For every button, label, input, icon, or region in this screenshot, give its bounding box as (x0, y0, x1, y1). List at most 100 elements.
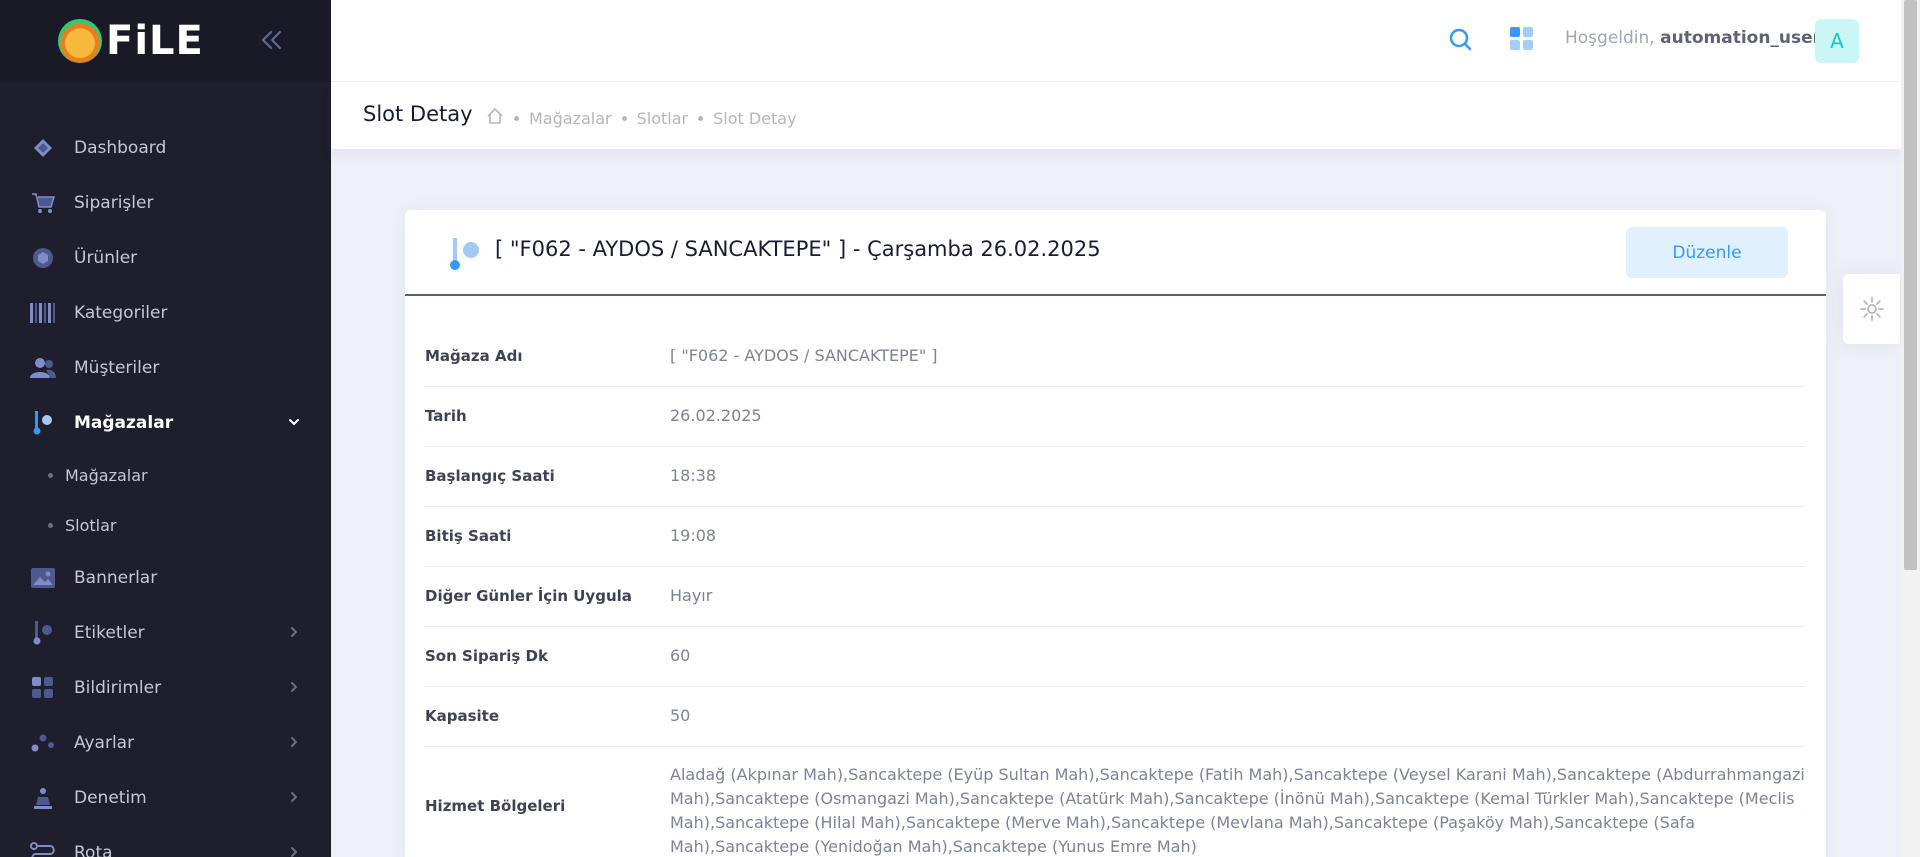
scrollbar-thumb[interactable] (1904, 0, 1917, 570)
row-label: Tarih (425, 386, 670, 447)
row-label: Kapasite (425, 686, 670, 747)
collapse-sidebar-button[interactable] (258, 24, 286, 56)
row-label: Son Sipariş Dk (425, 626, 670, 687)
sidebar-subitem-magazalar[interactable]: Mağazalar (0, 450, 331, 500)
bell-icon (30, 675, 56, 701)
chevron-right-icon (287, 734, 301, 753)
sidebar-item-dashboard[interactable]: Dashboard (0, 120, 331, 175)
breadcrumb-separator (621, 115, 627, 121)
double-chevron-left-icon (261, 30, 282, 50)
breadcrumb-slot-detay[interactable]: Slot Detay (713, 109, 796, 128)
row-value: 60 (670, 626, 1805, 687)
route-icon (30, 840, 56, 857)
logo-text: FiLE (106, 18, 204, 64)
sidebar-item-label: Bannerlar (74, 567, 158, 588)
sidebar-subitem-slotlar[interactable]: Slotlar (0, 500, 331, 550)
sidebar-item-label: Rota (74, 842, 113, 857)
home-icon[interactable] (486, 107, 504, 129)
box-icon (30, 245, 56, 271)
sidebar-item-bannerlar[interactable]: Bannerlar (0, 550, 331, 605)
page-scrollbar[interactable] (1901, 0, 1920, 857)
logo-area: FiLE (0, 0, 331, 82)
chevron-right-icon (287, 624, 301, 643)
row-value: 50 (670, 686, 1805, 747)
sidebar-item-label: Siparişler (74, 192, 154, 213)
row-label: Diğer Günler İçin Uygula (425, 566, 670, 627)
sidebar-item-label: Müşteriler (74, 357, 160, 378)
sidebar-item-rota[interactable]: Rota (0, 825, 331, 857)
top-header: Hoşgeldin, automation_user A (331, 0, 1901, 82)
row-label: Mağaza Adı (425, 326, 670, 387)
subheader: Slot Detay Mağazalar Slotlar Slot Detay (331, 82, 1901, 149)
settings-toggle-button[interactable] (1843, 274, 1900, 344)
row-label: Başlangıç Saati (425, 446, 670, 507)
dashboard-icon (30, 135, 56, 161)
sidebar-subitem-label: Slotlar (65, 515, 117, 535)
bullet-icon (48, 522, 53, 528)
breadcrumb-magazalar[interactable]: Mağazalar (529, 109, 612, 128)
chevron-right-icon (287, 789, 301, 808)
username: automation_user (1660, 28, 1822, 48)
users-icon (30, 355, 56, 381)
greeting-text: Hoşgeldin, (1565, 28, 1655, 48)
row-value: Hayır (670, 566, 1805, 627)
gear-icon (1859, 297, 1884, 321)
tag-icon (30, 620, 56, 646)
chevron-right-icon (287, 844, 301, 857)
search-icon (1449, 28, 1472, 51)
search-button[interactable] (1448, 27, 1474, 53)
table-row: Son Sipariş Dk 60 (425, 626, 1805, 687)
card-header: [ "F062 - AYDOS / SANCAKTEPE" ] - Çarşam… (405, 210, 1826, 296)
cart-icon (30, 190, 56, 216)
grid-icon (1510, 27, 1533, 50)
sidebar-item-kategoriler[interactable]: Kategoriler (0, 285, 331, 340)
row-value: Aladağ (Akpınar Mah),Sancaktepe (Eyüp Su… (670, 746, 1805, 857)
row-value: 26.02.2025 (670, 386, 1805, 447)
avatar[interactable]: A (1815, 19, 1859, 63)
sidebar-item-label: Kategoriler (74, 302, 168, 323)
store-icon (450, 238, 479, 270)
row-value: [ "F062 - AYDOS / SANCAKTEPE" ] (670, 326, 1805, 387)
breadcrumb-separator (698, 115, 704, 121)
sidebar-item-urunler[interactable]: Ürünler (0, 230, 331, 285)
apps-button[interactable] (1510, 27, 1536, 53)
sidebar-item-ayarlar[interactable]: Ayarlar (0, 715, 331, 770)
table-row: Hizmet Bölgeleri Aladağ (Akpınar Mah),Sa… (425, 746, 1805, 857)
breadcrumb-separator (514, 115, 519, 121)
table-row: Mağaza Adı [ "F062 - AYDOS / SANCAKTEPE"… (425, 326, 1805, 387)
breadcrumb: Mağazalar Slotlar Slot Detay (486, 107, 797, 129)
sidebar-item-magazalar[interactable]: Mağazalar (0, 395, 331, 450)
sidebar-item-label: Etiketler (74, 622, 145, 643)
sidebar-menu: Dashboard Siparişler Ürünler Kategoriler… (0, 82, 331, 857)
sidebar-item-label: Dashboard (74, 137, 167, 158)
table-row: Diğer Günler İçin Uygula Hayır (425, 566, 1805, 627)
user-greeting[interactable]: Hoşgeldin, automation_user (1565, 28, 1821, 48)
store-icon (30, 410, 56, 436)
sidebar-subitem-label: Mağazalar (65, 465, 148, 485)
logo-icon (58, 19, 102, 63)
breadcrumb-slotlar[interactable]: Slotlar (637, 109, 689, 128)
bullet-icon (48, 472, 53, 478)
table-row: Kapasite 50 (425, 686, 1805, 747)
slot-detail-card: [ "F062 - AYDOS / SANCAKTEPE" ] - Çarşam… (405, 210, 1826, 857)
sidebar-item-denetim[interactable]: Denetim (0, 770, 331, 825)
sidebar-item-musteriler[interactable]: Müşteriler (0, 340, 331, 395)
sidebar: FiLE Dashboard Siparişler Ürünler Katego… (0, 0, 331, 857)
page-title: Slot Detay (363, 102, 473, 126)
sidebar-item-siparisler[interactable]: Siparişler (0, 175, 331, 230)
row-value: 18:38 (670, 446, 1805, 507)
sidebar-item-label: Ürünler (74, 247, 138, 268)
audit-icon (30, 785, 56, 811)
sidebar-item-label: Bildirimler (74, 677, 162, 698)
table-row: Bitiş Saati 19:08 (425, 506, 1805, 567)
chevron-down-icon (287, 414, 301, 433)
table-row: Tarih 26.02.2025 (425, 386, 1805, 447)
image-icon (30, 565, 56, 591)
edit-button[interactable]: Düzenle (1626, 227, 1788, 278)
table-row: Başlangıç Saati 18:38 (425, 446, 1805, 507)
card-title: [ "F062 - AYDOS / SANCAKTEPE" ] - Çarşam… (495, 237, 1101, 261)
sidebar-item-label: Denetim (74, 787, 147, 808)
sidebar-item-bildirimler[interactable]: Bildirimler (0, 660, 331, 715)
row-label: Bitiş Saati (425, 506, 670, 567)
sidebar-item-etiketler[interactable]: Etiketler (0, 605, 331, 660)
